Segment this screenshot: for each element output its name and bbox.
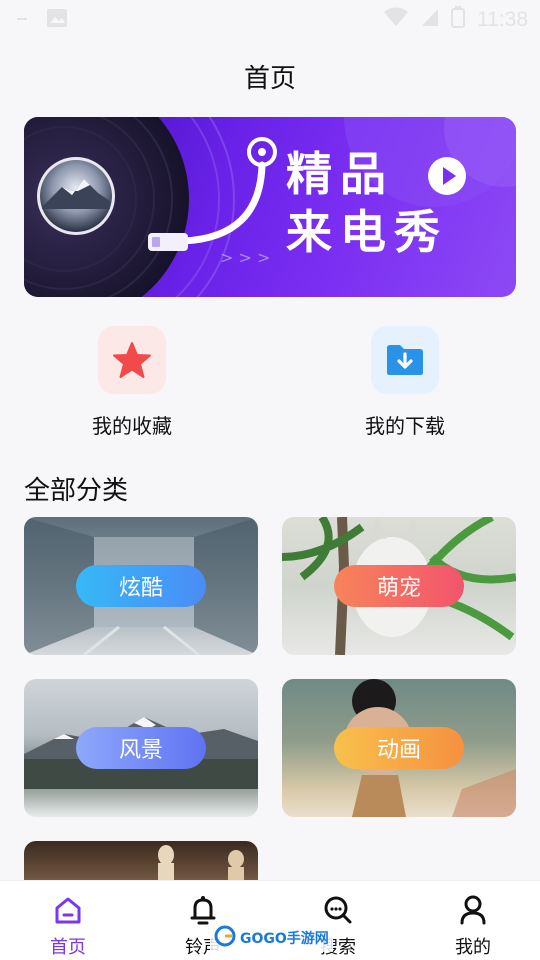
image-icon [46, 8, 68, 32]
home-icon [23, 893, 113, 927]
category-label-scenery: 风景 [76, 727, 206, 769]
category-label-animation: 动画 [334, 727, 464, 769]
category-card-animation[interactable]: 动画 [282, 679, 516, 817]
category-label-cute: 萌宠 [334, 565, 464, 607]
category-card-cool[interactable]: 炫酷 [24, 517, 258, 655]
play-icon[interactable] [428, 157, 466, 195]
wifi-icon [383, 7, 409, 32]
signal-icon [421, 7, 439, 32]
menu-icon [16, 11, 30, 30]
tab-home-label: 首页 [50, 937, 86, 958]
my-downloads-button[interactable]: 我的下载 [325, 326, 485, 439]
banner-line2: 来电秀 [286, 205, 448, 259]
watermark-logo-icon [214, 925, 236, 951]
my-downloads-label: 我的下载 [365, 414, 445, 438]
watermark: GOGO手游网 [210, 924, 333, 952]
banner-arrows: > > > [220, 248, 270, 267]
tab-mine[interactable]: 我的 [428, 893, 518, 959]
status-bar: 11:38 [0, 0, 540, 36]
all-categories-title: 全部分类 [24, 476, 129, 506]
user-icon [428, 893, 518, 927]
banner-headline: 精品 来电秀 [286, 145, 448, 261]
my-favorites-label: 我的收藏 [92, 414, 172, 438]
my-favorites-button[interactable]: 我的收藏 [52, 326, 212, 439]
tab-mine-label: 我的 [455, 937, 491, 958]
download-folder-icon [371, 326, 439, 394]
promo-banner[interactable]: > > > 精品 来电秀 [24, 117, 516, 297]
star-icon [98, 326, 166, 394]
category-label-cool: 炫酷 [76, 565, 206, 607]
status-time: 11:38 [477, 7, 528, 31]
category-card-scenery[interactable]: 风景 [24, 679, 258, 817]
page-title: 首页 [243, 64, 296, 94]
watermark-text: GOGO手游网 [240, 931, 329, 947]
battery-icon [451, 6, 465, 33]
bell-icon [158, 893, 248, 927]
category-card-cute[interactable]: 萌宠 [282, 517, 516, 655]
search-icon [293, 893, 383, 927]
banner-line1: 精品 [286, 147, 394, 201]
tab-home[interactable]: 首页 [23, 893, 113, 959]
